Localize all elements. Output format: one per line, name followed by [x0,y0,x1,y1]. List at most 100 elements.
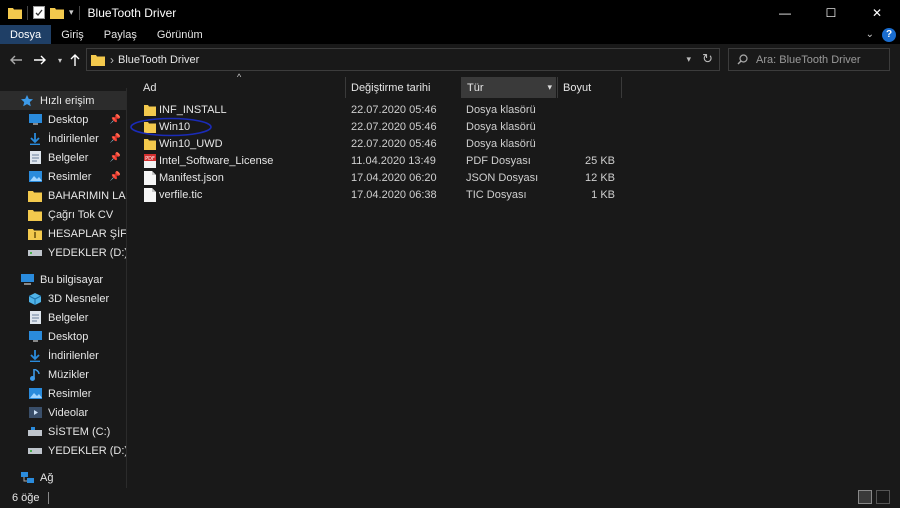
breadcrumb-separator: › [110,52,114,67]
folder-icon [144,139,156,150]
tab-gorunum[interactable]: Görünüm [147,25,213,44]
nav-item-downloads[interactable]: İndirilenler 📌 [0,129,126,148]
expand-ribbon-icon[interactable]: ⌄ [866,29,874,40]
nav-item-pictures[interactable]: Resimler 📌 [0,167,126,186]
folder-icon [28,208,42,222]
up-button[interactable] [65,50,85,70]
nav-item-3d-objects[interactable]: 3D Nesneler [0,289,126,308]
nav-item-hesaplar-sifreler[interactable]: HESAPLAR ŞİFRELER [0,224,127,243]
refresh-icon[interactable]: ↻ [702,51,713,67]
minimize-button[interactable]: — [762,0,808,25]
nav-item-desktop-pc[interactable]: Desktop [0,327,126,346]
quick-access-toolbar: ▾ [0,5,80,20]
column-filter-dropdown-icon[interactable]: ▾ [547,82,552,93]
nav-item-label: YEDEKLER (D:) [48,444,127,457]
nav-item-label: Belgeler [48,151,89,164]
folder-icon[interactable] [8,7,22,19]
forward-button[interactable] [30,50,50,70]
maximize-button[interactable]: ☐ [808,0,854,25]
file-row-verfile-tic[interactable]: verfile.tic 17.04.2020 06:38 TIC Dosyası… [140,187,630,204]
nav-item-system-c[interactable]: SİSTEM (C:) [0,422,126,441]
nav-item-label: Müzikler [48,368,89,381]
drive-icon [28,425,42,439]
nav-item-label: SİSTEM (C:) [48,425,111,438]
file-row-manifest-json[interactable]: Manifest.json 17.04.2020 06:20 JSON Dosy… [140,170,630,187]
address-bar[interactable]: › BlueTooth Driver ▾ ↻ [86,48,720,71]
documents-icon [28,311,42,325]
properties-icon[interactable] [33,6,45,19]
nav-item-quick-access[interactable]: Hızlı erişim [0,91,126,110]
svg-text:PDF: PDF [145,156,155,162]
network-icon [20,471,34,485]
nav-item-label: İndirilenler [48,349,99,362]
desktop-icon [28,330,42,344]
nav-item-downloads-pc[interactable]: İndirilenler [0,346,126,365]
file-type: JSON Dosyası [466,172,539,184]
ribbon-tabs: Dosya Giriş Paylaş Görünüm ⌄ ? [0,25,900,44]
breadcrumb[interactable]: BlueTooth Driver [118,54,199,66]
file-type: Dosya klasörü [466,138,536,150]
documents-icon [28,151,42,165]
nav-item-label: Çağrı Tok CV [48,208,114,221]
nav-item-this-pc[interactable]: Bu bilgisayar [0,270,126,289]
nav-item-label: Videolar [48,406,89,419]
tab-paylas[interactable]: Paylaş [94,25,147,44]
3d-objects-icon [28,292,42,306]
details-view-button[interactable] [858,490,872,504]
file-type: PDF Dosyası [466,155,531,167]
column-header-date[interactable]: Değiştirme tarihi [351,77,459,98]
search-box[interactable]: Ara: BlueTooth Driver [728,48,890,71]
column-header-type[interactable]: Tür ▾ [462,77,556,98]
file-name: Manifest.json [159,172,224,184]
column-divider[interactable] [557,77,558,98]
file-type: Dosya klasörü [466,121,536,133]
file-icon [144,188,156,202]
nav-item-network[interactable]: Ağ [0,468,126,487]
pin-icon: 📌 [109,114,121,124]
file-size: 1 KB [591,189,615,201]
folder-icon [144,105,156,116]
nav-item-label: HESAPLAR ŞİFRELER [48,227,127,240]
help-button[interactable]: ? [882,27,896,42]
file-row-intel-license[interactable]: PDF Intel_Software_License 11.04.2020 13… [140,153,630,170]
file-date: 17.04.2020 06:20 [351,172,437,184]
customize-toolbar-icon[interactable]: ▾ [69,7,74,18]
nav-item-yedekler-d-pc[interactable]: YEDEKLER (D:) [0,441,127,460]
nav-item-label: Belgeler [48,311,89,324]
tab-dosya[interactable]: Dosya [0,25,52,44]
nav-item-documents[interactable]: Belgeler 📌 [0,148,126,167]
column-header-name[interactable]: Ad [143,77,343,98]
file-date: 11.04.2020 13:49 [351,155,436,167]
column-header-size[interactable]: Boyut [563,77,619,98]
column-divider[interactable] [345,77,346,98]
up-arrow-icon [70,54,80,66]
file-size: 12 KB [585,172,615,184]
nav-item-pictures-pc[interactable]: Resimler [0,384,126,403]
zip-folder-icon [28,227,42,241]
close-button[interactable]: ✕ [854,0,900,25]
nav-item-baharimin-lapto[interactable]: BAHARIMIN LAPTO [0,186,126,205]
back-button[interactable] [6,50,26,70]
nav-item-desktop[interactable]: Desktop 📌 [0,110,126,129]
search-input[interactable]: Ara: BlueTooth Driver [756,54,861,66]
nav-item-cagri-tok-cv[interactable]: Çağrı Tok CV [0,205,126,224]
nav-item-label: Ağ [40,471,54,484]
nav-item-documents-pc[interactable]: Belgeler [0,308,126,327]
status-divider [47,492,49,504]
nav-item-yedekler-d[interactable]: YEDEKLER (D:) [0,243,126,262]
sort-ascending-icon: ^ [237,72,242,82]
file-row-win10-uwd[interactable]: Win10_UWD 22.07.2020 05:46 Dosya klasörü [140,136,630,153]
nav-item-label: BAHARIMIN LAPTO [48,189,126,202]
highlight-circle-annotation [130,117,212,137]
address-dropdown-icon[interactable]: ▾ [686,54,691,65]
tab-giris[interactable]: Giriş [51,25,94,44]
new-folder-icon[interactable] [50,7,64,19]
nav-item-music[interactable]: Müzikler [0,365,126,384]
status-bar: 6 öğe [0,488,900,508]
large-icons-view-button[interactable] [876,490,890,504]
folder-icon [28,189,42,203]
pin-icon: 📌 [109,133,121,143]
column-divider[interactable] [621,77,622,98]
file-name: verfile.tic [159,189,203,201]
nav-item-videos[interactable]: Videolar [0,403,126,422]
